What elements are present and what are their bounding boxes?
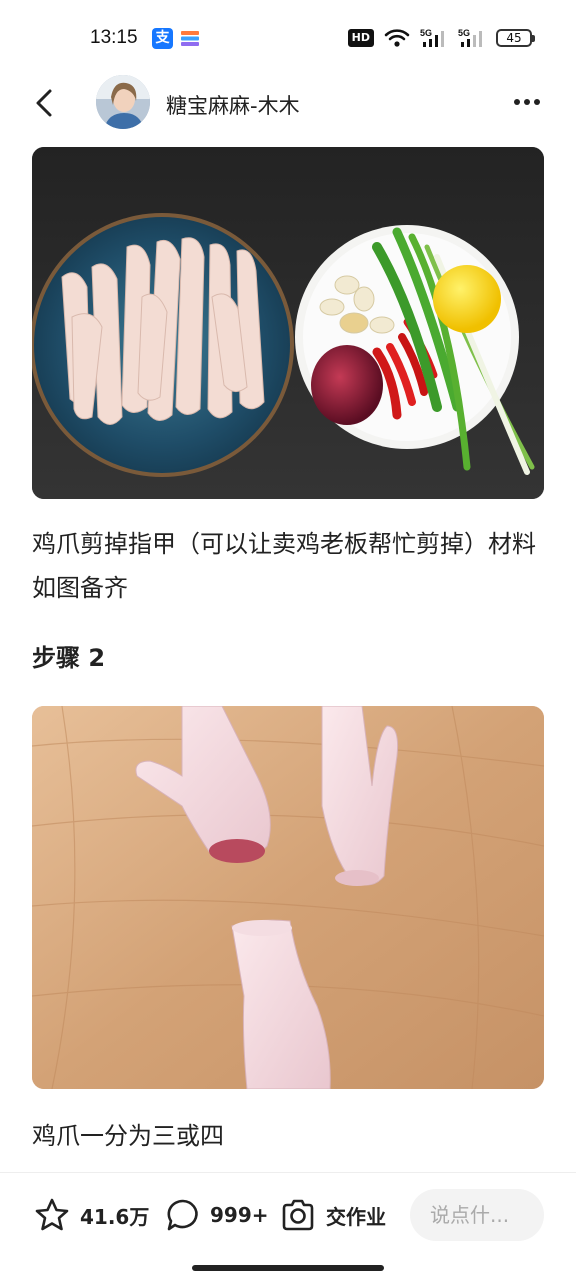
page-header: 糖宝麻麻-木木 xyxy=(0,72,576,134)
wifi-icon xyxy=(384,29,410,47)
star-icon xyxy=(35,1198,69,1231)
homework-label: 交作业 xyxy=(326,1204,386,1229)
app-stack-icon xyxy=(181,31,199,46)
status-indicators: HD 5G 5G 45 xyxy=(347,27,535,49)
step-caption: 鸡爪剪掉指甲（可以让卖鸡老板帮忙剪掉）材料如图备齐 xyxy=(32,530,536,602)
camera-icon xyxy=(282,1199,314,1231)
alipay-icon: 支 xyxy=(152,28,173,49)
comment-button[interactable]: 999+ xyxy=(166,1195,269,1235)
homework-button[interactable]: 交作业 xyxy=(280,1195,386,1235)
step-photo-ingredients xyxy=(32,147,544,499)
comment-input[interactable]: 说点什... xyxy=(410,1189,544,1241)
chevron-left-icon[interactable] xyxy=(30,86,60,120)
avatar[interactable] xyxy=(96,75,150,129)
status-time: 13:15 xyxy=(90,27,138,48)
svg-text:5G: 5G xyxy=(458,28,470,38)
bottom-action-bar: 41.6万 999+ 交作业 说点什... xyxy=(0,1172,576,1280)
home-indicator[interactable] xyxy=(192,1265,384,1271)
signal-icon: 5G xyxy=(420,28,444,47)
chat-bubble-icon xyxy=(167,1199,198,1231)
author-name[interactable]: 糖宝麻麻-木木 xyxy=(166,90,300,120)
step-caption: 鸡爪一分为三或四 xyxy=(32,1122,224,1150)
status-bar: 13:15 支 HD 5G 5G 45 xyxy=(0,0,576,76)
comment-count: 999+ xyxy=(210,1203,269,1227)
favorite-button[interactable]: 41.6万 xyxy=(34,1195,149,1235)
svg-text:5G: 5G xyxy=(420,28,432,38)
favorite-count: 41.6万 xyxy=(80,1204,150,1229)
signal-icon: 5G xyxy=(458,28,482,47)
hd-badge: HD xyxy=(347,29,374,47)
step-title: 步骤 2 xyxy=(32,644,106,672)
battery-indicator: 45 xyxy=(496,29,535,47)
more-dots-icon[interactable] xyxy=(512,92,542,112)
step-photo-cut-feet xyxy=(32,706,544,1089)
